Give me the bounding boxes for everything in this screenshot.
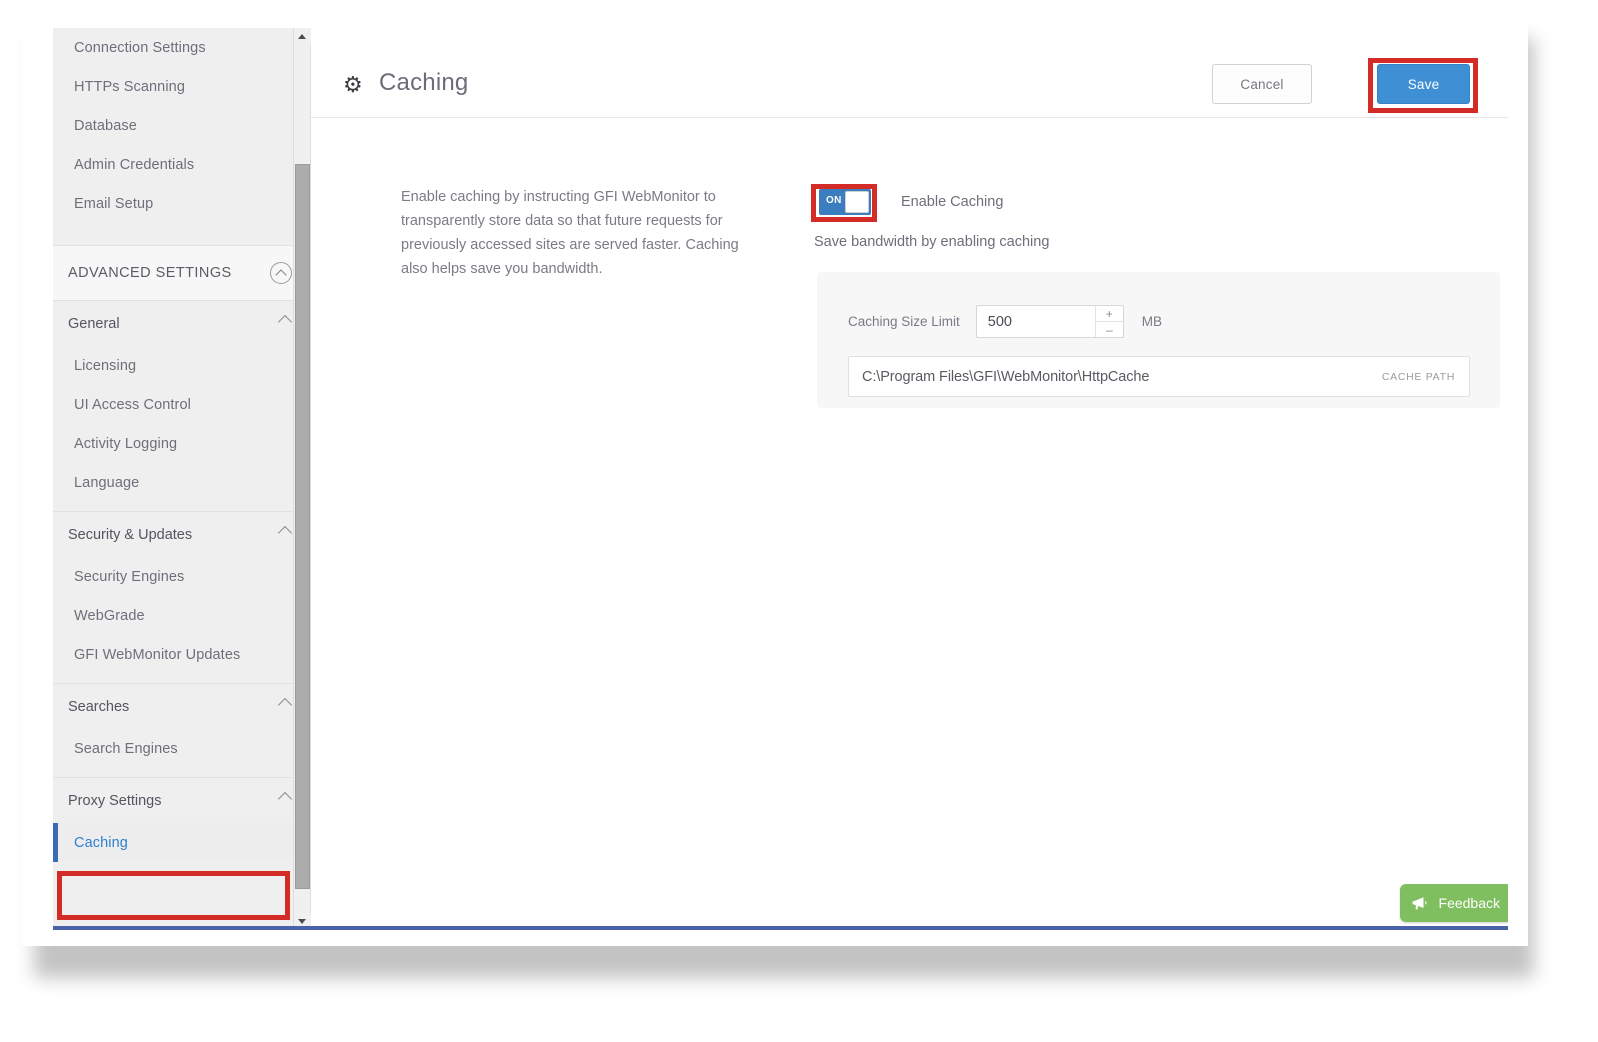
sidebar-group-general[interactable]: General	[53, 301, 310, 346]
cache-path-field[interactable]: C:\Program Files\GFI\WebMonitor\HttpCach…	[848, 356, 1470, 397]
sidebar-item-https-scanning[interactable]: HTTPs Scanning	[53, 67, 310, 106]
sidebar-item-email-setup[interactable]: Email Setup	[53, 184, 310, 223]
feedback-label: Feedback	[1438, 895, 1500, 911]
sidebar-item-connection-settings[interactable]: Connection Settings	[53, 28, 310, 67]
scroll-down-arrow-icon[interactable]	[294, 913, 311, 926]
sidebar-item-label: Email Setup	[74, 195, 154, 212]
save-button[interactable]: Save	[1377, 64, 1470, 104]
caching-size-limit-row: Caching Size Limit 500 + – MB	[848, 305, 1162, 338]
sidebar-item-label: Connection Settings	[74, 39, 206, 56]
cache-path-input[interactable]: C:\Program Files\GFI\WebMonitor\HttpCach…	[849, 369, 1382, 385]
sidebar-item-licensing[interactable]: Licensing	[53, 346, 310, 385]
sidebar-item-search-engines[interactable]: Search Engines	[53, 729, 310, 768]
chevron-up-icon	[277, 314, 293, 330]
screenshot-root: Connection Settings HTTPs Scanning Datab…	[0, 0, 1598, 1042]
scroll-up-arrow-icon[interactable]	[294, 28, 311, 45]
caching-size-limit-input[interactable]: 500	[977, 314, 1012, 330]
sidebar-item-activity-logging[interactable]: Activity Logging	[53, 424, 310, 463]
group-gap	[53, 768, 310, 777]
sidebar-scrollbar[interactable]	[293, 28, 311, 926]
cancel-button[interactable]: Cancel	[1212, 64, 1312, 104]
triangle-down-icon	[298, 919, 306, 924]
enable-caching-row: ON Enable Caching	[819, 189, 1003, 215]
group-label: Security & Updates	[68, 526, 193, 543]
advanced-settings-banner[interactable]: ADVANCED SETTINGS	[53, 245, 310, 301]
group-gap	[53, 502, 310, 511]
sidebar-item-label: HTTPs Scanning	[74, 78, 185, 95]
group-label: General	[68, 315, 120, 332]
triangle-up-icon	[298, 34, 306, 39]
sidebar-item-label: GFI WebMonitor Updates	[74, 646, 241, 663]
group-gap	[53, 674, 310, 683]
enable-caching-label: Enable Caching	[901, 194, 1004, 210]
selected-accent-bar	[53, 823, 58, 862]
settings-sidebar: Connection Settings HTTPs Scanning Datab…	[53, 28, 311, 926]
sidebar-item-security-engines[interactable]: Security Engines	[53, 557, 310, 596]
sidebar-item-database[interactable]: Database	[53, 106, 310, 145]
chevron-up-icon	[277, 791, 293, 807]
group-label: Proxy Settings	[68, 792, 162, 809]
sidebar-item-label: Activity Logging	[74, 435, 178, 452]
group-label: Searches	[68, 698, 130, 715]
sidebar-top-items: Connection Settings HTTPs Scanning Datab…	[53, 28, 310, 223]
gear-icon: ⚙	[343, 72, 363, 97]
sidebar-item-label: Security Engines	[74, 568, 185, 585]
sidebar-group-proxy-settings[interactable]: Proxy Settings	[53, 778, 310, 823]
sidebar-item-label: Caching	[74, 834, 128, 851]
sidebar-group-security-and-updates[interactable]: Security & Updates	[53, 512, 310, 557]
sidebar-item-language[interactable]: Language	[53, 463, 310, 502]
caching-settings-card: Caching Size Limit 500 + – MB C:\Program…	[817, 272, 1500, 408]
sidebar-item-admin-credentials[interactable]: Admin Credentials	[53, 145, 310, 184]
sidebar-item-label: Admin Credentials	[74, 156, 195, 173]
gfi-webmonitor-app: Connection Settings HTTPs Scanning Datab…	[53, 28, 1508, 930]
stepper-increment-button[interactable]: +	[1095, 306, 1123, 322]
sidebar-item-label: Language	[74, 474, 140, 491]
caching-size-limit-stepper[interactable]: 500 + –	[975, 305, 1124, 338]
scrollbar-thumb[interactable]	[295, 164, 310, 889]
enable-caching-sublabel: Save bandwidth by enabling caching	[814, 234, 1050, 250]
caching-size-limit-unit: MB	[1141, 314, 1163, 329]
caching-size-limit-label: Caching Size Limit	[848, 314, 960, 329]
page-header: ⚙ Caching Cancel Save	[311, 28, 1508, 118]
megaphone-icon	[1412, 896, 1431, 911]
chevron-up-icon	[277, 697, 293, 713]
stepper-buttons: + –	[1094, 306, 1123, 337]
chevron-up-circle-icon[interactable]	[270, 262, 292, 284]
page-title: Caching	[379, 69, 469, 96]
feedback-button[interactable]: Feedback	[1399, 884, 1508, 922]
sidebar-item-label: Licensing	[74, 357, 137, 374]
sidebar-item-caching[interactable]: Caching	[53, 823, 310, 862]
stepper-decrement-button[interactable]: –	[1096, 322, 1123, 337]
sidebar-item-gfi-webmonitor-updates[interactable]: GFI WebMonitor Updates	[53, 635, 310, 674]
enable-caching-toggle[interactable]: ON	[819, 189, 871, 215]
caching-settings-page: ⚙ Caching Cancel Save Enable caching by …	[311, 28, 1508, 926]
advanced-settings-label: ADVANCED SETTINGS	[68, 265, 232, 281]
caching-description: Enable caching by instructing GFI WebMon…	[401, 189, 739, 277]
sidebar-item-label: Search Engines	[74, 740, 178, 757]
sidebar-item-label: UI Access Control	[74, 396, 191, 413]
sidebar-item-label: WebGrade	[74, 607, 145, 624]
sidebar-item-webgrade[interactable]: WebGrade	[53, 596, 310, 635]
sidebar-group-searches[interactable]: Searches	[53, 684, 310, 729]
chevron-up-icon	[277, 525, 293, 541]
sidebar-item-ui-access-control[interactable]: UI Access Control	[53, 385, 310, 424]
toggle-knob	[845, 191, 869, 213]
cache-path-tag: CACHE PATH	[1381, 370, 1455, 383]
sidebar-item-label: Database	[74, 117, 137, 134]
toggle-state-label: ON	[826, 195, 842, 206]
